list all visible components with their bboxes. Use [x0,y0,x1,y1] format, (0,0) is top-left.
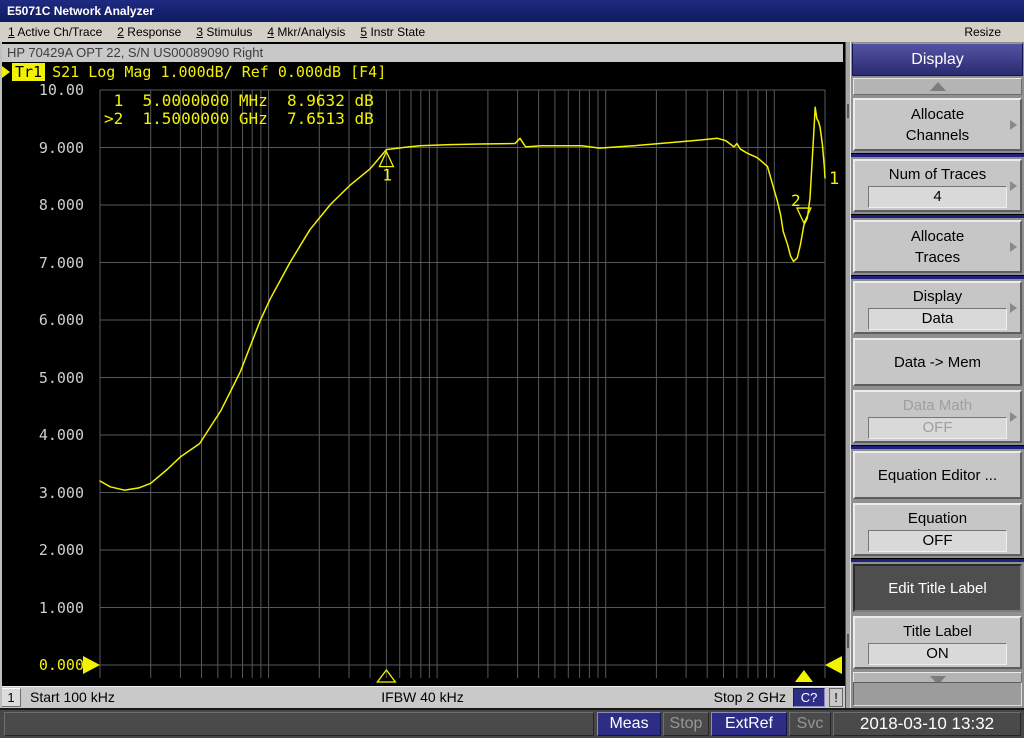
correction-status-badge: C? [793,688,825,707]
submenu-arrow-icon [1010,181,1017,191]
softkey-list: AllocateChannelsNum of Traces4AllocateTr… [851,96,1024,671]
submenu-arrow-icon [1010,412,1017,422]
softkey-sidebar: Display AllocateChannelsNum of Traces4Al… [851,42,1024,708]
softkey-group-separator [851,214,1024,218]
softkey-data-math[interactable]: Data MathOFF [853,390,1022,443]
marker-2-stimulus-indicator [795,670,813,682]
softkey-value: Data [868,308,1007,330]
menu-item-active-ch-trace[interactable]: 1 Active Ch/Trace [8,25,102,39]
softkey-menu-title: Display [852,43,1023,76]
softkey-group-separator [851,153,1024,157]
submenu-arrow-icon [1010,242,1017,252]
stop-frequency-label: Stop 2 GHz [714,688,786,707]
softkey-allocate-channels[interactable]: AllocateChannels [853,98,1022,151]
user-title-label: HP 70429A OPT 22, S/N US00089090 Right [2,44,843,62]
softkey-title-label[interactable]: Title LabelON [853,616,1022,669]
menu-bar: 1 Active Ch/Trace 2 Response 3 Stimulus 4 M… [0,22,1024,42]
softkey-label: Data Math [903,395,972,416]
display-left-edge [0,42,2,708]
menu-item-stimulus[interactable]: 3 Stimulus [196,25,252,39]
status-meas[interactable]: Meas [597,712,661,736]
measurement-plot: 1 2 1 [0,42,845,708]
menu-items: 1 Active Ch/Trace 2 Response 3 Stimulus 4 M… [8,25,440,39]
softkey-data-to-mem[interactable]: Data -> Mem [853,338,1022,386]
softkey-label: Allocate [911,104,964,125]
warning-badge: ! [829,688,843,707]
softkey-equation-editor[interactable]: Equation Editor ... [853,451,1022,499]
softkey-value: OFF [868,417,1007,439]
stimulus-bar: 1 Start 100 kHz IFBW 40 kHz Stop 2 GHz C… [0,686,845,708]
menu-item-resize[interactable]: Resize [964,25,1001,39]
grid-lines [100,90,825,678]
active-trace-arrow-icon [2,66,10,78]
scroll-up-icon [930,82,946,91]
trace-number-label: 1 [829,169,839,189]
softkey-edit-title-label[interactable]: Edit Title Label [853,564,1022,612]
status-bar-filler [4,712,594,736]
softkey-group-separator [851,558,1024,562]
marker-2-label: 2 [791,191,801,210]
trace-tr1 [100,107,825,490]
softkey-num-of-traces[interactable]: Num of Traces4 [853,159,1022,212]
softkey-value: OFF [868,530,1007,552]
softkey-display-data[interactable]: DisplayData [853,281,1022,334]
softkey-group-separator [851,445,1024,449]
sidebar-empty-panel [853,682,1022,706]
menu-item-mkr-analysis[interactable]: 4 Mkr/Analysis [267,25,345,39]
submenu-arrow-icon [1010,120,1017,130]
status-datetime: 2018-03-10 13:32 [833,712,1021,736]
window-title-bar: E5071C Network Analyzer [0,0,1024,22]
softkey-label: Traces [915,247,960,268]
instrument-display: 1 2 1 HP 70429A OPT 22, S/N US00089090 Rig… [0,42,845,708]
softkey-allocate-traces[interactable]: AllocateTraces [853,220,1022,273]
softkey-group-separator [851,275,1024,279]
softkey-label: Title Label [903,621,972,642]
window-title: E5071C Network Analyzer [7,4,154,18]
softkey-label: Equation [908,508,967,529]
ref-level-arrow-left [83,656,100,674]
softkey-label: Edit Title Label [888,578,986,599]
softkey-equation[interactable]: EquationOFF [853,503,1022,556]
trace-tag[interactable]: Tr1 [12,63,45,81]
softkey-label: Allocate [911,226,964,247]
softkey-label: Display [913,286,962,307]
status-svc[interactable]: Svc [789,712,831,736]
softkey-scroll-up-button[interactable] [853,78,1022,95]
softkey-label: Channels [906,125,969,146]
trace-format-text: S21 Log Mag 1.000dB/ Ref 0.000dB [F4] [52,63,386,81]
softkey-label: Num of Traces [889,164,987,185]
status-extref[interactable]: ExtRef [711,712,787,736]
softkey-label: Equation Editor ... [878,465,997,486]
softkey-label: Data -> Mem [894,352,981,373]
menu-item-instr-state[interactable]: 5 Instr State [360,25,425,39]
submenu-arrow-icon [1010,303,1017,313]
status-sweep-stop[interactable]: Stop [663,712,709,736]
menu-item-response[interactable]: 2 Response [117,25,181,39]
ref-level-arrow-right [825,656,842,674]
stop-frequency-group: Stop 2 GHz C? ! [714,688,843,707]
softkey-value: 4 [868,186,1007,208]
softkey-value: ON [868,643,1007,665]
splitter-handle [847,634,849,648]
marker-1-label: 1 [382,166,392,185]
splitter-handle [847,104,849,118]
status-bar: Meas Stop ExtRef Svc 2018-03-10 13:32 [0,708,1024,738]
trace-info-line: Tr1 S21 Log Mag 1.000dB/ Ref 0.000dB [F4… [2,63,386,81]
